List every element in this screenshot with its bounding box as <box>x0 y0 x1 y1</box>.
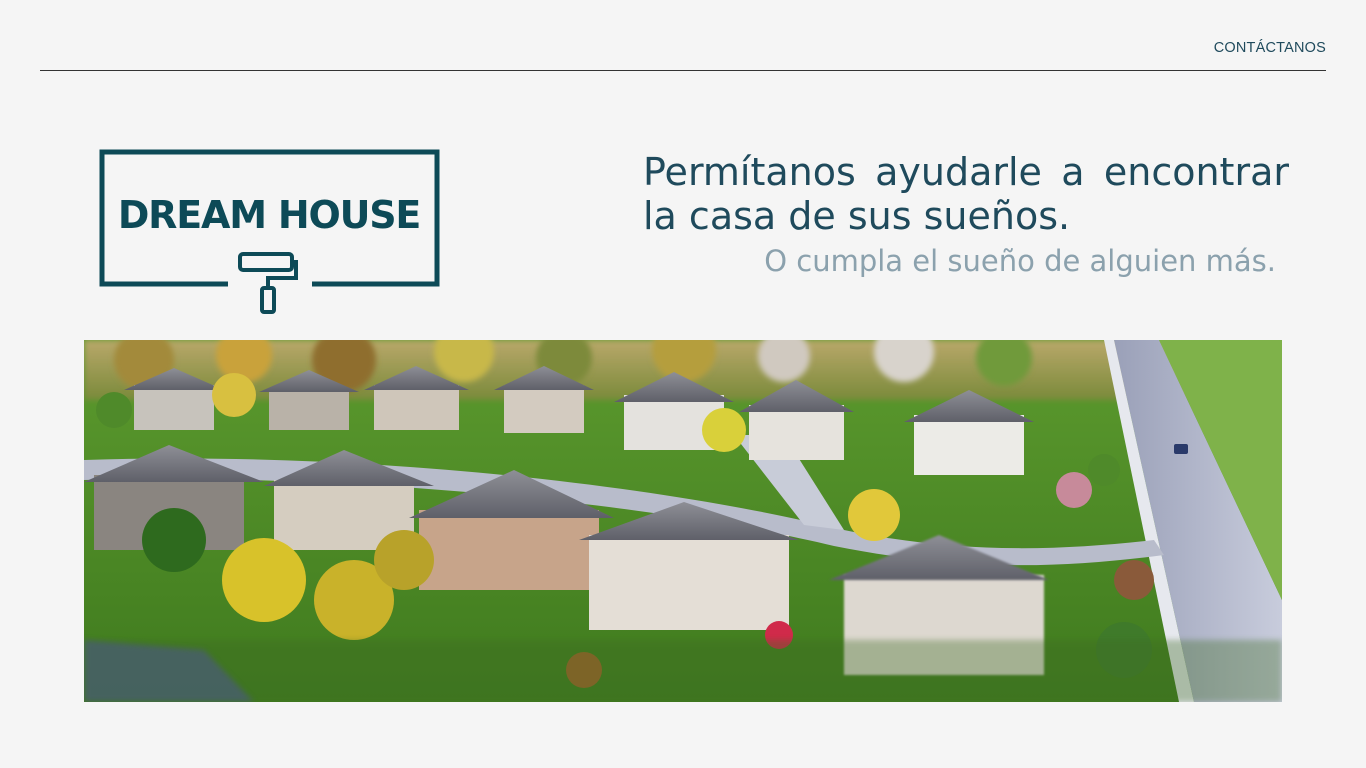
page-subheadline: O cumpla el sueño de alguien más. <box>764 244 1276 278</box>
header-divider <box>40 70 1326 71</box>
contact-link[interactable]: CONTÁCTANOS <box>1214 40 1326 56</box>
page-headline: Permítanos ayudarle a encontrar la casa … <box>643 150 1289 238</box>
paint-roller-icon <box>238 252 298 314</box>
neighborhood-hero-image <box>84 340 1282 702</box>
logo-text: DREAM HOUSE <box>118 193 420 237</box>
dream-house-logo: DREAM HOUSE <box>96 146 444 318</box>
